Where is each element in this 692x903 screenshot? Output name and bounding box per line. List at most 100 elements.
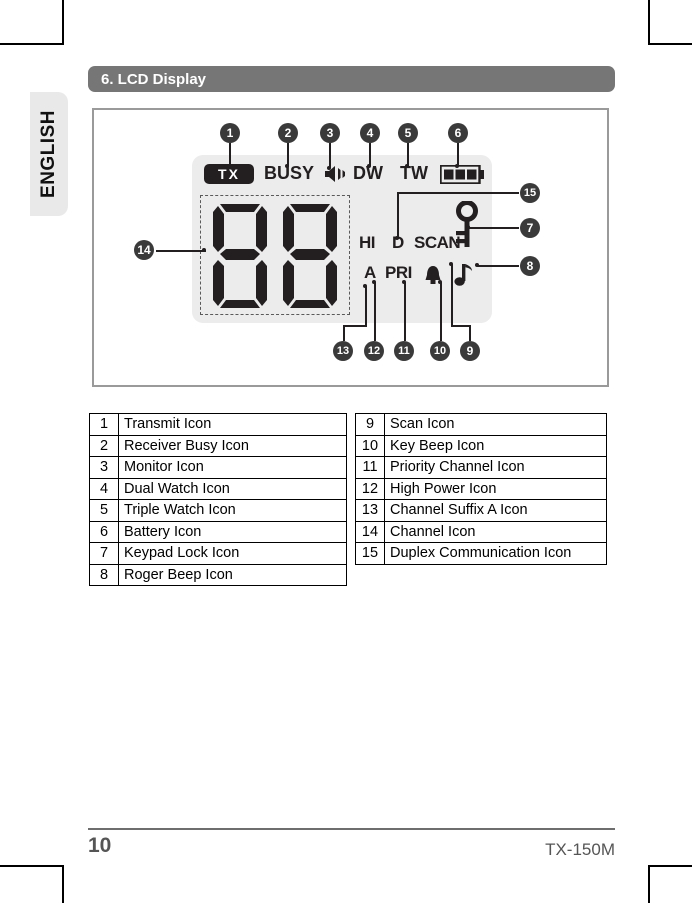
crop-mark-bottom-right [648,865,692,903]
table-row: 12 High Power Icon [355,477,607,501]
legend-number: 10 [355,434,385,458]
table-row: 1 Transmit Icon [89,413,347,436]
legend-number: 8 [89,563,119,587]
section-header: 6. LCD Display [88,66,615,92]
callout-1[interactable]: 1 [220,123,240,143]
legend-label: Priority Channel Icon [384,456,607,479]
table-row: 7 Keypad Lock Icon [89,542,347,565]
legend-number: 7 [89,542,119,565]
leader-line-13-v2 [343,325,345,341]
legend-label: Duplex Communication Icon [384,542,607,565]
lcd-panel: TX BUSY DW TW HI D SCAN A PRI [192,155,492,323]
callout-5[interactable]: 5 [398,123,418,143]
callout-11[interactable]: 11 [394,341,414,361]
table-row: 9 Scan Icon [355,413,607,436]
legend-number: 6 [89,520,119,544]
triple-watch-icon: TW [400,163,428,183]
table-row: 14 Channel Icon [355,520,607,544]
footer-divider [88,828,615,830]
priority-channel-icon: PRI [385,263,412,282]
leader-line-5 [407,143,409,166]
leader-line-9-v1 [451,264,453,325]
leader-line-15-v [397,192,399,239]
leader-line-7 [468,227,519,229]
legend-number: 13 [355,499,385,522]
legend-number: 1 [89,413,119,436]
callout-15[interactable]: 15 [520,183,540,203]
legend-number: 15 [355,542,385,565]
legend-label: Transmit Icon [118,413,347,436]
leader-line-12 [374,282,376,341]
legend-number: 5 [89,499,119,522]
model-name: TX-150M [545,840,615,859]
callout-3[interactable]: 3 [320,123,340,143]
leader-line-4 [369,143,371,166]
callout-10[interactable]: 10 [430,341,450,361]
table-row: 8 Roger Beep Icon [89,563,347,587]
language-tab: ENGLISH [30,92,68,216]
legend-label: Roger Beep Icon [118,563,347,587]
legend-label: Monitor Icon [118,456,347,479]
leader-line-3 [329,143,331,168]
music-note-icon [454,263,474,287]
callout-4[interactable]: 4 [360,123,380,143]
legend-label: Dual Watch Icon [118,477,347,501]
crop-mark-bottom-left [0,865,64,903]
receiver-busy-icon: BUSY [264,163,315,183]
legend-number: 9 [355,413,385,436]
legend-label: Keypad Lock Icon [118,542,347,565]
callout-2[interactable]: 2 [278,123,298,143]
leader-line-2 [287,143,289,166]
callout-7[interactable]: 7 [520,218,540,238]
callout-14[interactable]: 14 [134,240,154,260]
callout-12[interactable]: 12 [364,341,384,361]
channel-digit-ones [280,202,340,310]
leader-line-9-h [451,325,471,327]
legend-number: 11 [355,456,385,479]
table-row: 2 Receiver Busy Icon [89,434,347,458]
legend-label: Scan Icon [384,413,607,436]
legend-table-right: 9 Scan Icon 10 Key Beep Icon 11 Priority Ch… [355,413,607,565]
table-row: 6 Battery Icon [89,520,347,544]
leader-line-10 [440,282,442,341]
leader-line-13-v1 [365,286,367,326]
page-number: 10 [88,834,112,857]
table-row: 11 Priority Channel Icon [355,456,607,479]
legend-number: 3 [89,456,119,479]
callout-13[interactable]: 13 [333,341,353,361]
legend-label: Receiver Busy Icon [118,434,347,458]
callout-8[interactable]: 8 [520,256,540,276]
section-title: 6. LCD Display [101,70,207,88]
table-row: 4 Dual Watch Icon [89,477,347,501]
table-row: 5 Triple Watch Icon [89,499,347,522]
leader-line-14 [156,250,206,252]
table-row: 13 Channel Suffix A Icon [355,499,607,522]
channel-icon [200,195,350,315]
legend-table-left: 1 Transmit Icon 2 Receiver Busy Icon 3 Moni… [89,413,347,587]
leader-line-13-h [343,325,367,327]
legend-label: Battery Icon [118,520,347,544]
legend-label: Channel Icon [384,520,607,544]
legend-label: High Power Icon [384,477,607,501]
table-row: 15 Duplex Communication Icon [355,542,607,565]
table-row: 3 Monitor Icon [89,456,347,479]
leader-line-15-h [397,192,519,194]
table-row: 10 Key Beep Icon [355,434,607,458]
crop-mark-top-left [0,0,64,45]
legend-label: Channel Suffix A Icon [384,499,607,522]
legend-number: 12 [355,477,385,501]
high-power-icon: HI [359,233,376,252]
crop-mark-top-right [648,0,692,45]
battery-icon [439,164,484,185]
lcd-status-row: TX BUSY DW TW [192,161,492,187]
legend-number: 14 [355,520,385,544]
transmit-icon-label: TX [218,166,240,182]
legend-number: 4 [89,477,119,501]
legend-label: Key Beep Icon [384,434,607,458]
leader-line-6 [457,143,459,166]
leader-line-8 [477,265,519,267]
legend-number: 2 [89,434,119,458]
callout-9[interactable]: 9 [460,341,480,361]
legend-label: Triple Watch Icon [118,499,347,522]
callout-6[interactable]: 6 [448,123,468,143]
